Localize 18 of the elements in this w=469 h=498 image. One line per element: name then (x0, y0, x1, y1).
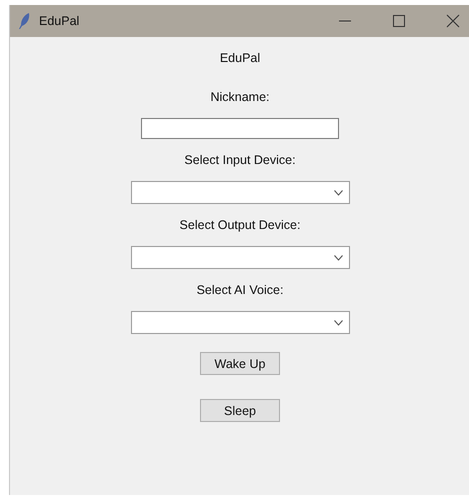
window-title: EduPal (39, 14, 80, 28)
maximize-icon[interactable] (392, 14, 406, 28)
field-label: Select AI Voice: (196, 282, 284, 299)
dropdown-field[interactable] (130, 181, 350, 204)
chevron-down-icon (334, 320, 342, 326)
action-button[interactable]: Sleep (200, 399, 280, 422)
text-field[interactable] (141, 118, 339, 139)
dropdown-field[interactable] (130, 311, 350, 334)
field-label: Nickname: (210, 89, 270, 106)
field-label: EduPal (220, 50, 260, 67)
feather-icon (19, 13, 31, 29)
dropdown-field[interactable] (130, 246, 350, 269)
close-icon[interactable] (446, 14, 460, 28)
chevron-down-icon (334, 254, 342, 260)
action-button[interactable]: Wake Up (200, 352, 280, 375)
field-label: Select Output Device: (180, 217, 300, 234)
field-label: Select Input Device: (184, 152, 296, 169)
chevron-down-icon (334, 190, 342, 196)
